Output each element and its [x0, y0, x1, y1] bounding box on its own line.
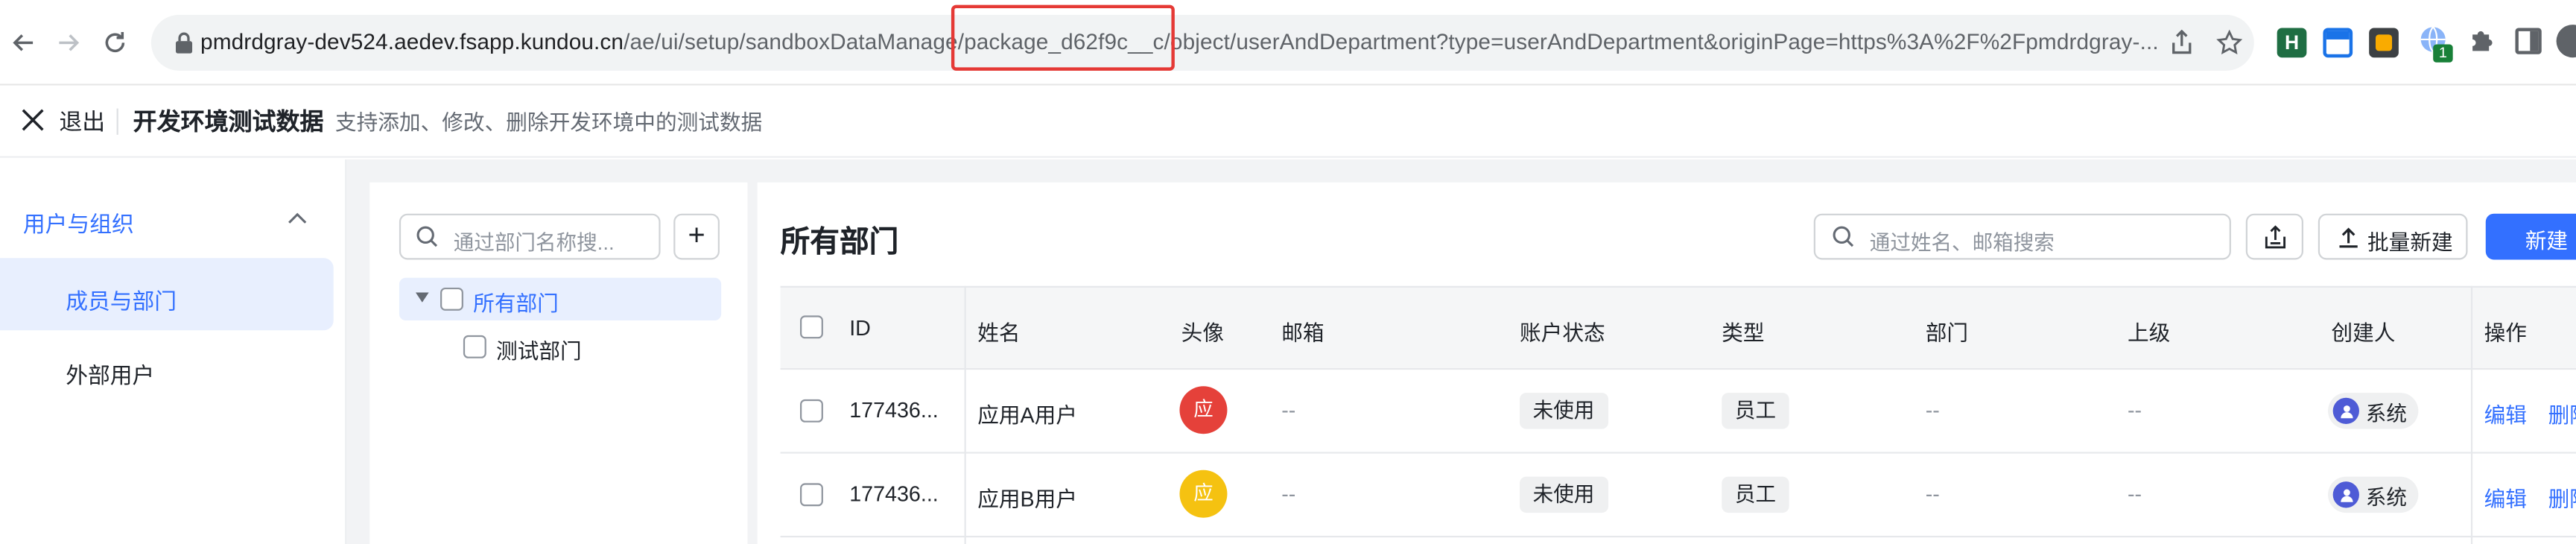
creator-name: 系统 [2365, 402, 2407, 426]
lock-icon[interactable] [174, 31, 194, 54]
extensions-puzzle-icon[interactable] [2468, 26, 2498, 56]
new-member-label: 新建 [2525, 228, 2569, 253]
cell-email: -- [1281, 481, 1296, 507]
creator-chip: 系统 [2328, 393, 2419, 429]
delete-link[interactable]: 删除 [2548, 481, 2576, 513]
user-icon [2332, 481, 2359, 508]
extension-window-icon[interactable] [2323, 28, 2353, 58]
creator-chip: 系统 [2328, 476, 2419, 513]
bookmark-star-icon[interactable] [2216, 29, 2243, 56]
cell-department: -- [1925, 397, 1940, 423]
avatar: 应 [1179, 469, 1228, 518]
column-header-email[interactable]: 邮箱 [1281, 315, 1324, 347]
url-host: pmdrdgray-dev524.aedev.fsapp.kundou.cn [200, 29, 624, 54]
new-member-button[interactable]: 新建 [2485, 213, 2576, 260]
plus-icon: + [688, 218, 705, 252]
select-all-checkbox[interactable] [800, 315, 823, 339]
department-search-input[interactable]: 通过部门名称搜... [399, 213, 661, 260]
forward-icon[interactable] [49, 23, 89, 63]
extension-globe-icon[interactable]: 1 [2418, 25, 2453, 63]
add-department-button[interactable]: + [673, 213, 720, 260]
cell-email: -- [1281, 397, 1296, 423]
cell-id: 177436... [849, 481, 939, 507]
list-title: 所有部门 [780, 225, 899, 259]
type-badge: 员工 [1722, 476, 1789, 513]
cell-name: 应用A用户 [977, 402, 1078, 428]
upload-icon [2339, 227, 2358, 248]
close-icon[interactable] [16, 104, 49, 136]
table-header [780, 285, 2576, 370]
share-icon[interactable] [2169, 29, 2195, 56]
url-text[interactable]: pmdrdgray-dev524.aedev.fsapp.kundou.cn/a… [200, 15, 2159, 71]
column-header-type[interactable]: 类型 [1722, 315, 1764, 347]
search-icon [1833, 226, 1854, 247]
url-path-before: /ae/ui/setup/sandboxDataManage [624, 29, 958, 54]
avatar: 应 [1179, 386, 1228, 434]
extension-h-icon[interactable]: H [2277, 28, 2307, 58]
caret-down-icon[interactable] [415, 292, 429, 303]
column-header-department[interactable]: 部门 [1926, 315, 1968, 347]
delete-link[interactable]: 删除 [2548, 398, 2576, 429]
address-bar[interactable]: pmdrdgray-dev524.aedev.fsapp.kundou.cn/a… [150, 14, 2254, 71]
page-description: 支持添加、修改、删除开发环境中的测试数据 [334, 110, 763, 135]
back-icon[interactable] [3, 23, 42, 63]
column-header-actions: 操作 [2484, 320, 2527, 346]
edit-link[interactable]: 编辑 [2484, 481, 2527, 513]
tree-node-label[interactable]: 所有部门 [473, 286, 559, 317]
user-icon [2332, 397, 2359, 424]
side-panel-icon[interactable] [2515, 28, 2542, 54]
app-header: 退出 开发环境测试数据 支持添加、修改、删除开发环境中的测试数据 [0, 85, 2576, 158]
export-button[interactable] [2245, 213, 2303, 260]
header-divider [116, 108, 118, 135]
creator-name: 系统 [2365, 485, 2407, 509]
cell-department: -- [1925, 481, 1940, 507]
status-badge: 未使用 [1519, 476, 1608, 513]
cell-manager: -- [2127, 481, 2142, 507]
department-search-placeholder: 通过部门名称搜... [453, 231, 615, 255]
tree-node-checkbox[interactable] [463, 335, 486, 358]
row-checkbox[interactable] [800, 399, 823, 423]
sidebar-item-external-users[interactable]: 外部用户 [66, 357, 154, 390]
column-header-account-status[interactable]: 账户状态 [1520, 315, 1605, 347]
member-search-placeholder: 通过姓名、邮箱搜索 [1869, 231, 2055, 255]
chevron-up-icon[interactable] [286, 207, 309, 230]
member-search-input[interactable]: 通过姓名、邮箱搜索 [1813, 213, 2231, 260]
cell-manager: -- [2127, 397, 2142, 423]
column-header-creator[interactable]: 创建人 [2331, 315, 2395, 347]
type-badge: 员工 [1722, 393, 1789, 429]
page-title: 开发环境测试数据 [133, 110, 324, 137]
profile-avatar-icon[interactable] [2556, 25, 2576, 58]
sidebar: 用户与组织 成员与部门 外部用户 [0, 159, 347, 544]
edit-link[interactable]: 编辑 [2484, 398, 2527, 429]
extension-badge: 1 [2433, 44, 2453, 63]
row-checkbox[interactable] [800, 483, 823, 507]
sidebar-group-users-org[interactable]: 用户与组织 [23, 206, 134, 238]
cell-id: 177436... [849, 397, 939, 423]
column-divider [2470, 285, 2473, 544]
bulk-create-label: 批量新建 [2367, 230, 2453, 255]
column-header-name[interactable]: 姓名 [977, 315, 1020, 347]
exit-button[interactable]: 退出 [59, 105, 105, 138]
search-icon [416, 226, 438, 247]
status-badge: 未使用 [1519, 393, 1608, 429]
export-icon [2265, 225, 2286, 249]
column-header-manager[interactable]: 上级 [2128, 315, 2170, 347]
bulk-create-button[interactable]: 批量新建 [2318, 213, 2468, 260]
cell-name: 应用B用户 [977, 486, 1078, 511]
extension-chip-icon[interactable] [2369, 28, 2399, 58]
reload-icon[interactable] [95, 23, 135, 63]
url-highlight-box [951, 4, 1175, 71]
tree-node-test-department[interactable]: 测试部门 [496, 334, 582, 365]
column-divider [964, 285, 966, 544]
sidebar-item-label[interactable]: 成员与部门 [66, 282, 177, 315]
browser-toolbar: pmdrdgray-dev524.aedev.fsapp.kundou.cn/a… [0, 0, 2576, 86]
url-path-after: object/userAndDepartment?type=userAndDep… [1170, 29, 2159, 54]
tree-node-checkbox[interactable] [440, 287, 463, 311]
column-header-avatar[interactable]: 头像 [1181, 315, 1224, 347]
column-header-id[interactable]: ID [849, 315, 871, 340]
